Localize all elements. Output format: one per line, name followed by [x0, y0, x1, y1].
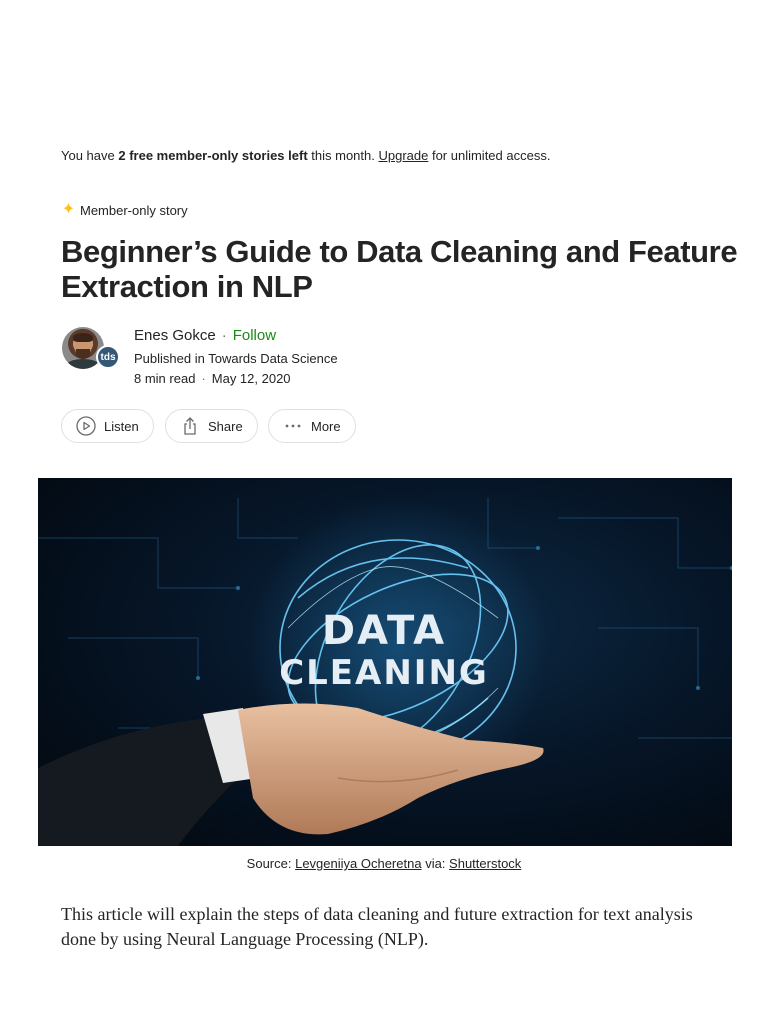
separator-dot: · [221, 327, 227, 344]
publication-link[interactable]: Towards Data Science [208, 351, 337, 366]
caption-author-link[interactable]: Levgeniiya Ocheretna [295, 856, 421, 871]
hero-text-line2: CLEANING [279, 653, 489, 693]
more-button[interactable]: More [268, 409, 356, 443]
upgrade-link[interactable]: Upgrade [378, 148, 428, 163]
member-stories-notice: You have 2 free member-only stories left… [61, 148, 550, 163]
share-button[interactable]: Share [165, 409, 258, 443]
published-in-label: Published in [134, 351, 205, 366]
article-paragraph: This article will explain the steps of d… [61, 904, 693, 949]
sparkle-icon: ✦ [61, 201, 76, 218]
separator-dot: · [201, 371, 206, 386]
hero-text-line1: DATA [322, 608, 446, 654]
share-label: Share [208, 418, 243, 434]
notice-count: 2 free member-only stories left [118, 148, 308, 163]
more-label: More [311, 418, 341, 434]
notice-middle: this month. [307, 148, 379, 163]
article-title: Beginner’s Guide to Data Cleaning and Fe… [61, 234, 738, 304]
share-icon [184, 417, 196, 435]
author-name[interactable]: Enes Gokce [134, 327, 216, 344]
read-time: 8 min read [134, 371, 196, 386]
caption-prefix: Source: [246, 856, 296, 871]
member-only-label: Member-only story [80, 202, 188, 218]
listen-label: Listen [104, 418, 139, 434]
follow-button[interactable]: Follow [233, 327, 276, 344]
caption-via: via: [421, 856, 450, 871]
image-caption: Source: Levgeniiya Ocheretna via: Shutte… [0, 856, 768, 871]
listen-button[interactable]: Listen [61, 409, 154, 443]
publication-avatar[interactable]: tds [96, 345, 120, 369]
notice-suffix: for unlimited access. [428, 148, 551, 163]
hero-illustration: DATA CLEANING [38, 498, 732, 846]
publication-line: Published in Towards Data Science [134, 351, 338, 366]
article-meta: 8 min read · May 12, 2020 [134, 371, 291, 386]
author-line: Enes Gokce · Follow [134, 327, 276, 344]
member-only-badge: ✦ Member-only story [61, 202, 188, 218]
caption-source-link[interactable]: Shutterstock [449, 856, 521, 871]
hero-image: DATA CLEANING [38, 478, 732, 846]
publish-date: May 12, 2020 [211, 371, 291, 386]
play-icon [76, 416, 96, 436]
notice-prefix: You have [61, 148, 119, 163]
more-icon [285, 424, 301, 428]
